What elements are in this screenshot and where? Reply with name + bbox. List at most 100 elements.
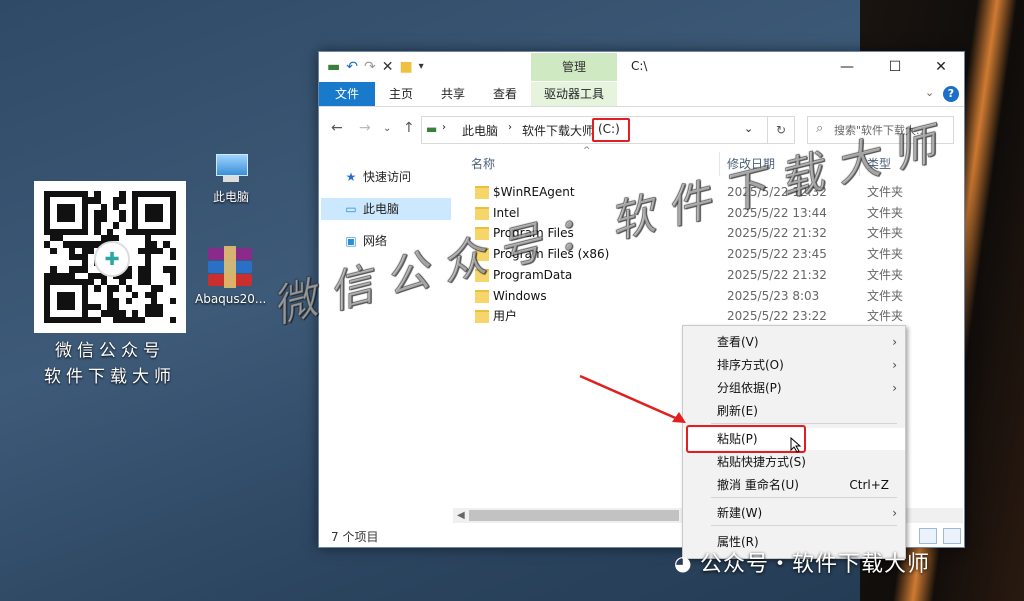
menu-item-label: 分组依据(P) — [717, 381, 782, 395]
desktop-icon-label: Abaqus20... — [195, 292, 267, 306]
folder-icon — [475, 289, 489, 303]
column-header-name[interactable]: 名称 — [471, 152, 495, 176]
file-date: 2025/5/22 23:45 — [727, 247, 827, 262]
qr-code: ✚ — [34, 181, 186, 333]
breadcrumb-this-pc[interactable]: 此电脑 — [462, 122, 498, 139]
forward-button[interactable]: → — [359, 120, 371, 136]
nav-item-label: 此电脑 — [363, 202, 400, 216]
menu-separator — [711, 497, 897, 498]
title-bar: ▬ ↶ ↷ ✕ ■ ▾ 管理 C:\ — ☐ ✕ — [319, 52, 964, 82]
collapse-ribbon-icon[interactable]: ⌄ — [925, 86, 934, 99]
customize-qat-icon[interactable]: ▾ — [419, 58, 424, 76]
chevron-right-icon: › — [892, 358, 897, 372]
help-icon[interactable]: ? — [943, 86, 959, 102]
context-menu-item[interactable]: 新建(W) › — [683, 502, 905, 524]
file-name: Windows — [493, 288, 547, 303]
tab-file[interactable]: 文件 — [319, 82, 375, 106]
maximize-button[interactable]: ☐ — [872, 52, 918, 82]
minimize-button[interactable]: — — [824, 52, 870, 82]
file-type: 文件夹 — [867, 247, 904, 262]
menu-item-shortcut: Ctrl+Z — [849, 478, 889, 492]
qr-caption-line2: 软件下载大师 — [44, 367, 176, 387]
close-button[interactable]: ✕ — [918, 52, 964, 82]
footer-watermark: 公众号・软件下载大师 — [700, 552, 931, 577]
qr-logo-icon: ✚ — [94, 241, 130, 277]
context-menu-item[interactable]: 排序方式(O) › — [683, 354, 905, 376]
paste-highlight-box — [686, 425, 806, 453]
file-date: 2025/5/22 23:22 — [727, 309, 827, 324]
chevron-right-icon: › — [892, 506, 897, 520]
delete-icon[interactable]: ✕ — [382, 58, 394, 76]
nav-item-label: 快速访问 — [363, 170, 412, 184]
network-icon: ▣ — [345, 234, 357, 248]
chevron-down-icon[interactable]: ⌄ — [744, 122, 753, 135]
back-button[interactable]: ← — [331, 120, 343, 136]
menu-separator — [711, 525, 897, 526]
file-name: 用户 — [493, 309, 518, 324]
table-row[interactable]: Windows 2025/5/23 8:03 文件夹 — [471, 286, 961, 306]
menu-item-label: 排序方式(O) — [717, 358, 784, 372]
drive-icon: ▬ — [426, 122, 438, 136]
qr-caption: 微信公众号 软件下载大师 — [20, 338, 200, 390]
menu-separator — [711, 423, 897, 424]
context-menu-item[interactable]: 刷新(E) — [683, 400, 905, 422]
address-bar[interactable]: ▬ › 此电脑 › 软件下载大师 (C:) ⌄ — [421, 116, 768, 144]
desktop-icon-label: 此电脑 — [212, 190, 249, 204]
breadcrumb-drive-label[interactable]: 软件下载大师 — [522, 122, 594, 139]
file-date: 2025/5/23 8:03 — [727, 288, 820, 303]
desktop-icon-this-pc[interactable]: 此电脑 — [196, 154, 266, 205]
scrollbar-thumb[interactable] — [469, 510, 679, 521]
menu-item-label: 新建(W) — [717, 506, 763, 520]
refresh-button[interactable]: ↻ — [767, 116, 795, 144]
file-date: 2025/5/22 21:32 — [727, 226, 827, 241]
nav-item-quick-access[interactable]: ★ 快速访问 — [321, 166, 451, 188]
red-arrow-annotation — [579, 374, 686, 423]
details-view-icon[interactable] — [919, 528, 937, 544]
table-row[interactable]: 用户 2025/5/22 23:22 文件夹 — [471, 306, 961, 326]
chevron-right-icon: › — [442, 122, 446, 133]
view-toggle — [917, 528, 961, 547]
context-menu-item[interactable]: 撤消 重命名(U) Ctrl+Z — [683, 474, 905, 496]
tab-share[interactable]: 共享 — [431, 82, 475, 106]
menu-item-label: 查看(V) — [717, 335, 759, 349]
manage-tab-header: 管理 — [531, 53, 617, 81]
window-title: C:\ — [631, 59, 648, 73]
file-type: 文件夹 — [867, 288, 904, 303]
tab-view[interactable]: 查看 — [483, 82, 527, 106]
sort-up-icon: ^ — [583, 146, 591, 156]
up-button[interactable]: ↑ — [403, 120, 415, 136]
ribbon-tabs: 文件 主页 共享 查看 驱动器工具 ⌄ ? — [319, 82, 964, 107]
nav-item-this-pc[interactable]: ▭ 此电脑 — [321, 198, 451, 220]
drive-icon[interactable]: ▬ — [327, 58, 340, 76]
winrar-archive-icon — [208, 246, 252, 288]
folder-icon[interactable]: ■ — [399, 58, 412, 76]
chevron-right-icon: › — [892, 335, 897, 349]
menu-item-label: 刷新(E) — [717, 404, 758, 418]
computer-icon — [214, 154, 248, 184]
file-type: 文件夹 — [867, 226, 904, 241]
context-menu-item[interactable]: 粘贴快捷方式(S) — [683, 451, 905, 473]
address-highlight-box — [592, 118, 630, 142]
undo-icon[interactable]: ↶ — [346, 58, 358, 76]
tab-home[interactable]: 主页 — [379, 82, 423, 106]
context-menu-item[interactable]: 分组依据(P) › — [683, 377, 905, 399]
desktop-icon-archive[interactable]: Abaqus20... — [195, 246, 267, 306]
status-item-count: 7 个项目 — [331, 530, 379, 544]
chevron-right-icon: › — [892, 381, 897, 395]
large-icons-view-icon[interactable] — [942, 528, 961, 544]
menu-item-label: 粘贴快捷方式(S) — [717, 455, 806, 469]
folder-icon — [475, 310, 489, 324]
star-icon: ★ — [345, 170, 357, 184]
quick-access-toolbar: ▬ ↶ ↷ ✕ ■ ▾ — [327, 58, 424, 76]
file-date: 2025/5/22 21:32 — [727, 267, 827, 282]
qr-caption-line1: 微信公众号 — [55, 341, 165, 361]
redo-icon[interactable]: ↷ — [364, 58, 376, 76]
scroll-left-icon[interactable]: ◀ — [457, 508, 465, 523]
wechat-icon: ◕ — [674, 551, 692, 575]
tab-drive-tools[interactable]: 驱动器工具 — [531, 82, 617, 106]
file-type: 文件夹 — [867, 309, 904, 324]
recent-dropdown-icon[interactable]: ⌄ — [383, 123, 391, 134]
context-menu-item[interactable]: 查看(V) › — [683, 331, 905, 353]
mouse-cursor-icon — [790, 437, 802, 453]
navigation-pane: ★ 快速访问 ▭ 此电脑 ▣ 网络 — [319, 152, 453, 522]
